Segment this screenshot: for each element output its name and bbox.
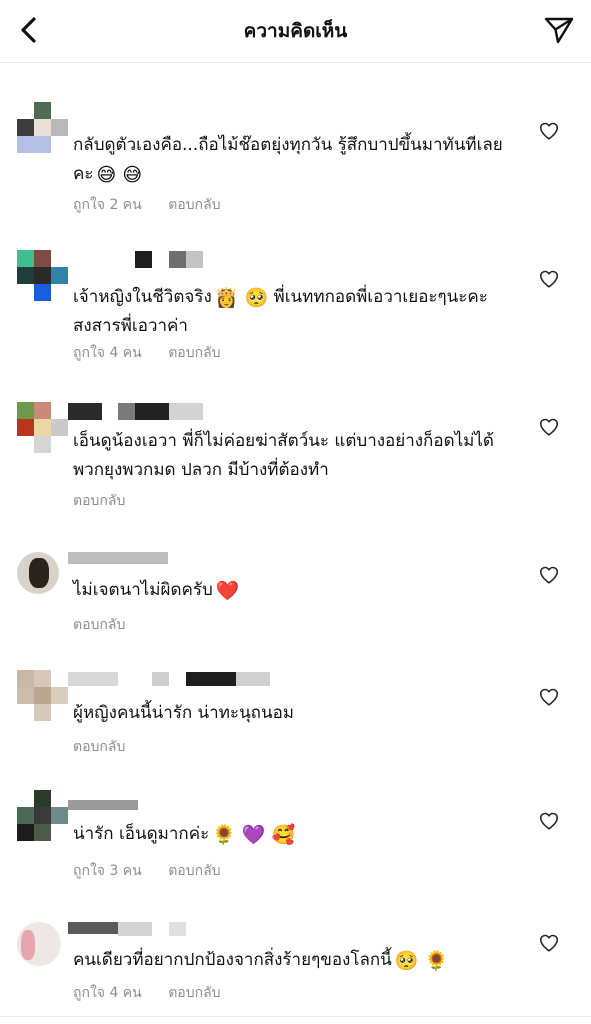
comment-meta: ถูกใจ 3 คน ตอบกลับ <box>73 860 221 882</box>
comment-meta: ถูกใจ 4 คน ตอบกลับ <box>73 982 221 1004</box>
avatar[interactable] <box>17 790 69 842</box>
avatar[interactable] <box>17 670 69 722</box>
heart-icon[interactable] <box>538 268 560 290</box>
comment-meta: ตอบกลับ <box>73 490 125 512</box>
comment-meta: ถูกใจ 2 คน ตอบกลับ <box>73 194 221 216</box>
comment-text: เจ้าหญิงในชีวิตจริง 👸 🥺 พี่เนททกอดพี่เอวา… <box>73 287 488 336</box>
comment-item: คนเดียวที่อยากปกป้องจากสิ่งร้ายๆของโลกนี… <box>0 918 591 1014</box>
heart-icon[interactable] <box>538 564 560 586</box>
comment-item: เอ็นดูน้องเอวา พี่ก็ไม่ค่อยฆ่าสัตว์นะ แต… <box>0 396 591 516</box>
heart-icon[interactable] <box>538 810 560 832</box>
emoji-red-heart: ❤️ <box>215 580 240 602</box>
likes-count[interactable]: ถูกใจ 3 คน <box>73 860 142 882</box>
header-bar: ความคิดเห็น <box>0 0 591 63</box>
comment-item: น่ารัก เอ็นดูมากค่ะ 🌻 💜 🥰 ถูกใจ 3 คน ตอบก… <box>0 788 591 898</box>
reply-button[interactable]: ตอบกลับ <box>73 614 125 636</box>
emoji-pleading-sunflower: 🥺 🌻 <box>394 950 449 972</box>
comment-item: ไม่เจตนาไม่ผิดครับ ❤️ ตอบกลับ <box>0 548 591 638</box>
reply-button[interactable]: ตอบกลับ <box>73 736 125 758</box>
avatar[interactable] <box>17 922 61 966</box>
comment-text: คนเดียวที่อยากปกป้องจากสิ่งร้ายๆของโลกนี… <box>73 950 449 972</box>
avatar[interactable] <box>17 102 69 154</box>
comment-text: น่ารัก เอ็นดูมากค่ะ 🌻 💜 🥰 <box>73 824 296 846</box>
comment-text: ไม่เจตนาไม่ผิดครับ ❤️ <box>73 580 240 602</box>
comment-meta: ถูกใจ 4 คน ตอบกลับ <box>73 342 221 364</box>
reply-button[interactable]: ตอบกลับ <box>168 194 220 216</box>
heart-icon[interactable] <box>538 120 560 142</box>
reply-button[interactable]: ตอบกลับ <box>168 342 220 364</box>
likes-count[interactable]: ถูกใจ 4 คน <box>73 342 142 364</box>
likes-count[interactable]: ถูกใจ 4 คน <box>73 982 142 1004</box>
avatar[interactable] <box>17 250 69 302</box>
emoji-princess-pleading: 👸 🥺 <box>214 287 269 309</box>
divider <box>0 1016 591 1017</box>
page-title: ความคิดเห็น <box>243 20 348 42</box>
comment-item: กลับดูตัวเองคือ...ถือไม้ช๊อตยุ่งทุกวัน ร… <box>0 100 591 220</box>
share-button[interactable] <box>541 12 577 48</box>
comment-item: ผู้หญิงคนนี้น่ารัก น่าทะนุถนอม ตอบกลับ <box>0 668 591 768</box>
comment-text: ผู้หญิงคนนี้น่ารัก น่าทะนุถนอม <box>73 703 295 723</box>
heart-icon[interactable] <box>538 416 560 438</box>
reply-button[interactable]: ตอบกลับ <box>168 860 220 882</box>
comment-meta: ตอบกลับ <box>73 736 125 758</box>
heart-icon[interactable] <box>538 686 560 708</box>
likes-count[interactable]: ถูกใจ 2 คน <box>73 194 142 216</box>
heart-icon[interactable] <box>538 932 560 954</box>
avatar[interactable] <box>17 552 59 594</box>
comment-text: กลับดูตัวเองคือ...ถือไม้ช๊อตยุ่งทุกวัน ร… <box>73 135 503 186</box>
emoji-sweat-smile: 😅 😅 <box>96 164 143 186</box>
reply-button[interactable]: ตอบกลับ <box>168 982 220 1004</box>
emoji-sunflower-heart-smile: 🌻 💜 🥰 <box>212 824 296 846</box>
paper-plane-icon <box>544 17 574 44</box>
comment-item: เจ้าหญิงในชีวิตจริง 👸 🥺 พี่เนททกอดพี่เอวา… <box>0 248 591 368</box>
comment-meta: ตอบกลับ <box>73 614 125 636</box>
comment-text: เอ็นดูน้องเอวา พี่ก็ไม่ค่อยฆ่าสัตว์นะ แต… <box>73 431 494 480</box>
reply-button[interactable]: ตอบกลับ <box>73 490 125 512</box>
avatar[interactable] <box>17 402 69 454</box>
